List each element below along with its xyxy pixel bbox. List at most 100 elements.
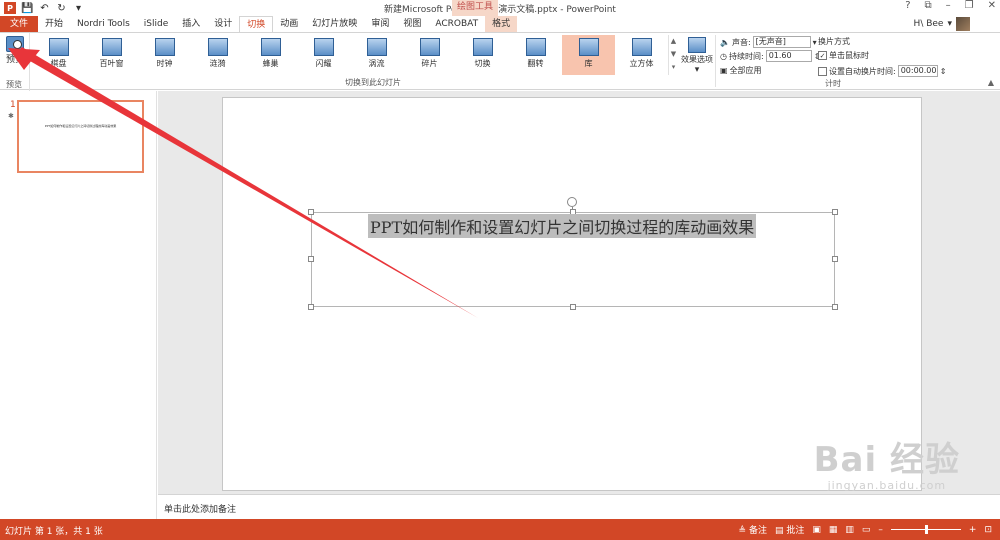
resize-handle[interactable] [308, 209, 314, 215]
fit-slide-icon[interactable]: ⊡ [984, 525, 992, 535]
gallery-scroll[interactable]: ▲ ▼ ▾ [668, 35, 678, 75]
restore-button[interactable]: ❐ [965, 0, 974, 11]
resize-handle[interactable] [832, 256, 838, 262]
slide-thumbnail[interactable]: PPT如何制作和设置幻灯片之间切换过程的库动画效果 [17, 100, 144, 173]
notes-toggle-button[interactable]: ≜ 备注 [739, 523, 767, 536]
transition-cube[interactable]: 立方体 [615, 35, 668, 75]
transition-ripple[interactable]: 涟漪 [191, 35, 244, 75]
notes-placeholder: 单击此处添加备注 [164, 505, 237, 515]
duration-input[interactable]: 01.60 [765, 50, 812, 62]
preview-button[interactable]: 预览 [3, 35, 27, 69]
effect-options-dropdown-icon: ▾ [694, 65, 700, 75]
apply-all-button[interactable]: 全部应用 [730, 65, 762, 76]
tab-insert[interactable]: 插入 [175, 16, 207, 32]
transition-vortex[interactable]: 涡流 [350, 35, 403, 75]
gallery-icon [578, 38, 599, 56]
group-separator [715, 35, 716, 87]
transition-clock[interactable]: 时钟 [138, 35, 191, 75]
after-time-spinner-icon[interactable]: ⇕ [940, 67, 947, 76]
after-time-input[interactable]: 00:00.00 [897, 65, 938, 77]
transition-glitter[interactable]: 闪耀 [297, 35, 350, 75]
tab-design[interactable]: 设计 [207, 16, 239, 32]
sound-select[interactable]: [无声音] [752, 36, 811, 48]
avatar [956, 17, 970, 31]
gallery-scroll-up-icon[interactable]: ▲ [669, 35, 678, 48]
tab-islide[interactable]: iSlide [137, 16, 175, 32]
tab-transitions[interactable]: 切换 [239, 15, 274, 33]
sound-dropdown-icon[interactable]: ▾ [813, 38, 817, 47]
transition-marker-icon: ✱ [8, 112, 14, 120]
on-click-label: 单击鼠标时 [829, 51, 869, 60]
effect-options-button[interactable]: 效果选项 ▾ [680, 35, 714, 75]
timing-group: 🔈 声音: [无声音] ▾ ◷ 持续时间: 01.60 ⇕ ▣ 全部应用 换片方… [718, 34, 948, 90]
redo-icon[interactable]: ↻ [56, 3, 67, 14]
transition-honeycomb[interactable]: 蜂巢 [244, 35, 297, 75]
gallery-scroll-down-icon[interactable]: ▼ [669, 48, 678, 61]
undo-icon[interactable]: ↶ [39, 3, 50, 14]
tab-animations[interactable]: 动画 [273, 16, 305, 32]
zoom-slider[interactable] [890, 525, 961, 534]
transition-label: 涡流 [368, 59, 385, 68]
user-account[interactable]: H\ Bee ▾ [914, 16, 970, 32]
resize-handle[interactable] [308, 304, 314, 310]
resize-handle[interactable] [832, 209, 838, 215]
slide-sorter-icon[interactable]: ▦ [829, 525, 838, 535]
preview-group: 预览 预览 [0, 33, 30, 91]
comments-toggle-label: 批注 [786, 526, 805, 536]
effect-options-icon [688, 37, 706, 53]
transition-shred[interactable]: 碎片 [403, 35, 456, 75]
tab-slideshow[interactable]: 幻灯片放映 [305, 16, 364, 32]
after-time-checkbox[interactable] [818, 66, 827, 76]
normal-view-icon[interactable]: ▣ [812, 525, 821, 535]
transition-flip[interactable]: 翻转 [509, 35, 562, 75]
zoom-out-icon[interactable]: – [878, 525, 883, 535]
advance-slide-label: 换片方式 [818, 37, 850, 46]
transition-label: 切换 [474, 59, 491, 68]
slide-counter: 幻灯片 第 1 张，共 1 张 [5, 527, 103, 537]
collapse-ribbon-icon[interactable]: ▲ [988, 78, 994, 87]
user-dropdown-icon: ▾ [947, 19, 952, 29]
title-bar: P 💾 ↶ ↻ ▾ 新建Microsoft PowerPoint 演示文稿.pp… [0, 0, 1000, 16]
save-icon[interactable]: 💾 [21, 3, 33, 14]
tab-review[interactable]: 审阅 [364, 16, 396, 32]
slideshow-view-icon[interactable]: ▭ [862, 525, 871, 535]
transition-label: 闪耀 [315, 59, 332, 68]
resize-handle[interactable] [570, 304, 576, 310]
minimize-button[interactable]: – [946, 0, 951, 11]
sound-icon: 🔈 [720, 37, 730, 47]
resize-handle[interactable] [832, 304, 838, 310]
cube-icon [631, 38, 652, 56]
notes-pane[interactable]: 单击此处添加备注 [158, 494, 1000, 519]
ribbon-display-button[interactable]: ⧉ [925, 0, 932, 11]
tab-home[interactable]: 开始 [38, 16, 70, 32]
reading-view-icon[interactable]: ▥ [845, 525, 854, 535]
customize-qat-icon[interactable]: ▾ [73, 3, 84, 14]
powerpoint-logo-icon: P [4, 2, 16, 14]
slide-title[interactable]: PPT如何制作和设置幻灯片之间切换过程的库动画效果 [368, 214, 757, 238]
transition-blinds[interactable]: 百叶窗 [85, 35, 138, 75]
rotate-handle[interactable] [567, 197, 577, 207]
transition-switch[interactable]: 切换 [456, 35, 509, 75]
help-button[interactable]: ? [905, 0, 910, 11]
preview-group-label: 预览 [6, 80, 22, 89]
comments-toggle-button[interactable]: ▤ 批注 [775, 523, 804, 536]
transition-gallery[interactable]: 库 [562, 35, 615, 75]
tab-format[interactable]: 格式 [485, 16, 518, 32]
tab-nordri-tools[interactable]: Nordri Tools [70, 16, 137, 32]
tab-view[interactable]: 视图 [396, 16, 428, 32]
apply-all-icon: ▣ [720, 66, 728, 75]
zoom-in-icon[interactable]: + [969, 525, 977, 535]
on-click-checkbox[interactable]: ✓ [818, 51, 827, 60]
clock-icon [154, 38, 175, 56]
tab-file[interactable]: 文件 [0, 16, 39, 32]
status-bar: 幻灯片 第 1 张，共 1 张 ≜ 备注 ▤ 批注 ▣ ▦ ▥ ▭ – + ⊡ [0, 519, 1000, 540]
transition-label: 棋盘 [50, 59, 67, 68]
switch-icon [472, 38, 493, 56]
gallery-more-icon[interactable]: ▾ [669, 61, 678, 74]
transition-checkerboard[interactable]: 棋盘 [32, 35, 85, 75]
thumbnail-number: 1 [10, 100, 16, 110]
tab-acrobat[interactable]: ACROBAT [428, 16, 485, 32]
title-textbox[interactable]: PPT如何制作和设置幻灯片之间切换过程的库动画效果 [308, 197, 838, 310]
resize-handle[interactable] [308, 256, 314, 262]
close-button[interactable]: ✕ [988, 0, 996, 11]
